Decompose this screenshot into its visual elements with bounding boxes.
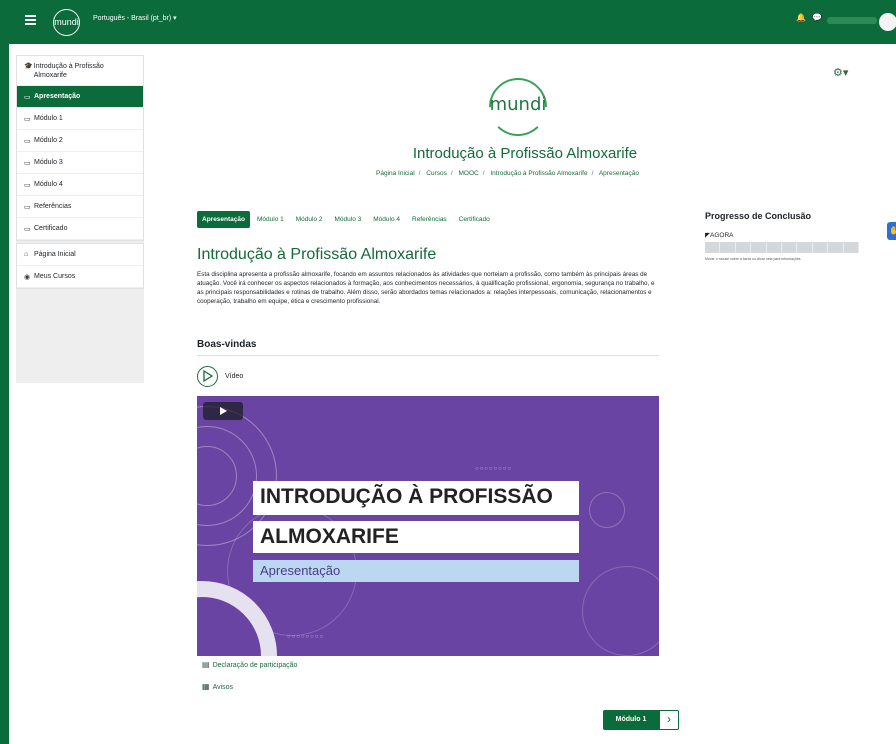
- course-drawer: 🎓 Introdução à Profissão Almoxarife ▭ Apre…: [16, 55, 144, 383]
- progress-title: Progresso de Conclusão: [705, 211, 812, 221]
- drawer-item-label: Meus Cursos: [34, 273, 76, 280]
- tab-modulo-1[interactable]: Módulo 1: [252, 211, 289, 228]
- drawer-item-apresentacao[interactable]: ▭ Apresentação: [17, 86, 143, 108]
- bell-icon[interactable]: 🔔: [796, 13, 806, 22]
- drawer-item-label: Módulo 1: [34, 115, 63, 122]
- drawer-item-label: Módulo 3: [34, 159, 63, 166]
- site-nav-group: ⌂ Página Inicial ◉ Meus Cursos: [16, 243, 144, 289]
- progress-hint: Mover o mouse sobre a barra ou clicar ne…: [705, 257, 801, 261]
- progress-now-marker: ◤AGORA: [705, 232, 734, 239]
- course-logo: mundi: [476, 65, 560, 149]
- home-icon: ⌂: [24, 251, 29, 258]
- video-title-line-2: ALMOXARIFE: [260, 525, 399, 548]
- video-label[interactable]: Vídeo: [225, 373, 243, 380]
- drawer-item-label: Módulo 4: [34, 181, 63, 188]
- drawer-item-certificado[interactable]: ▭ Certificado: [17, 218, 143, 240]
- certificate-icon: ▤: [202, 660, 210, 669]
- graduation-cap-icon: 🎓: [24, 63, 33, 70]
- drawer-item-label: Página Inicial: [34, 251, 76, 258]
- chat-icon[interactable]: 💬: [812, 13, 822, 22]
- breadcrumb-item[interactable]: Cursos: [426, 170, 447, 177]
- breadcrumb-item[interactable]: Introdução à Profissão Almoxarife: [490, 170, 587, 177]
- drawer-item-pagina-inicial[interactable]: ⌂ Página Inicial: [17, 244, 143, 266]
- drawer-item-modulo-2[interactable]: ▭ Módulo 2: [17, 130, 143, 152]
- folder-icon: ▭: [24, 203, 31, 211]
- welcome-heading: Boas-vindas: [197, 339, 257, 350]
- participation-declaration-link[interactable]: ▤ Declaração de participação: [202, 660, 297, 669]
- chevron-right-icon: ›: [659, 710, 679, 730]
- folder-icon: ▭: [24, 181, 31, 189]
- avatar[interactable]: [879, 13, 896, 31]
- play-button[interactable]: [203, 402, 243, 420]
- link-label: Declaração de participação: [212, 662, 298, 669]
- navbar-logo[interactable]: mundi: [53, 9, 80, 36]
- completion-progress-bar[interactable]: [705, 242, 860, 253]
- video-title-line-1: INTRODUÇÃO À PROFISSÃO: [260, 485, 553, 508]
- drawer-item-modulo-3[interactable]: ▭ Módulo 3: [17, 152, 143, 174]
- left-edge-bar: [0, 0, 9, 744]
- folder-icon: ▭: [24, 115, 31, 123]
- tab-apresentacao[interactable]: Apresentação: [197, 211, 250, 228]
- next-module-button[interactable]: Módulo 1 ›: [603, 710, 679, 730]
- course-logo-text: mundi: [489, 94, 547, 115]
- language-menu[interactable]: Português - Brasil (pt_br) ▾: [93, 14, 177, 22]
- notices-link[interactable]: ▦ Avisos: [202, 682, 233, 691]
- tab-referencias[interactable]: Referências: [407, 211, 452, 228]
- breadcrumb: Página Inicial / Cursos / MOOC / Introdução…: [376, 170, 639, 177]
- top-navbar: mundi Português - Brasil (pt_br) ▾ 🔔 💬: [9, 0, 896, 44]
- dashboard-icon: ◉: [24, 273, 31, 281]
- folder-icon: ▭: [24, 93, 31, 101]
- video-subtitle: Apresentação: [260, 563, 341, 578]
- tab-modulo-3[interactable]: Módulo 3: [330, 211, 367, 228]
- section-tabs: Apresentação Módulo 1 Módulo 2 Módulo 3 …: [197, 211, 497, 228]
- section-heading: Introdução à Profissão Almoxarife: [197, 246, 437, 263]
- drawer-item-meus-cursos[interactable]: ◉ Meus Cursos: [17, 266, 143, 288]
- video-play-icon: [197, 366, 218, 387]
- drawer-item-label: Introdução à Profissão Almoxarife: [33, 63, 104, 79]
- page-title: Introdução à Profissão Almoxarife: [412, 145, 638, 162]
- tab-modulo-4[interactable]: Módulo 4: [368, 211, 405, 228]
- drawer-item-label: Módulo 2: [34, 137, 63, 144]
- folder-icon: ▭: [24, 159, 31, 167]
- gear-icon[interactable]: ⚙▾: [833, 66, 848, 79]
- folder-icon: ▭: [24, 225, 31, 233]
- hamburger-menu-icon[interactable]: [25, 15, 36, 27]
- accessibility-icon[interactable]: ✋: [887, 222, 896, 240]
- next-module-label: Módulo 1: [603, 710, 659, 730]
- drawer-item-course[interactable]: 🎓 Introdução à Profissão Almoxarife: [17, 56, 143, 86]
- progress-now-label: AGORA: [710, 232, 734, 239]
- video-player[interactable]: ○○○○○○○○ ○○○○○○○○ INTRODUÇÃO À PROFISSÃO…: [197, 396, 659, 656]
- drawer-item-modulo-1[interactable]: ▭ Módulo 1: [17, 108, 143, 130]
- drawer-item-label: Apresentação: [34, 93, 81, 100]
- breadcrumb-item[interactable]: Apresentação: [599, 170, 639, 177]
- breadcrumb-item[interactable]: Página Inicial: [376, 170, 415, 177]
- course-nav-group: 🎓 Introdução à Profissão Almoxarife ▭ Apre…: [16, 55, 144, 241]
- breadcrumb-item[interactable]: MOOC: [459, 170, 479, 177]
- drawer-item-label: Certificado: [34, 225, 68, 232]
- course-description: Esta disciplina apresenta a profissão al…: [197, 271, 655, 305]
- link-label: Avisos: [212, 684, 234, 691]
- drawer-item-referencias[interactable]: ▭ Referências: [17, 196, 143, 218]
- drawer-item-label: Referências: [34, 203, 72, 210]
- tab-certificado[interactable]: Certificado: [454, 211, 495, 228]
- user-name[interactable]: [827, 17, 877, 24]
- tab-modulo-2[interactable]: Módulo 2: [291, 211, 328, 228]
- folder-icon: ▭: [24, 137, 31, 145]
- forum-icon: ▦: [202, 682, 210, 691]
- divider: [197, 355, 659, 356]
- drawer-item-modulo-4[interactable]: ▭ Módulo 4: [17, 174, 143, 196]
